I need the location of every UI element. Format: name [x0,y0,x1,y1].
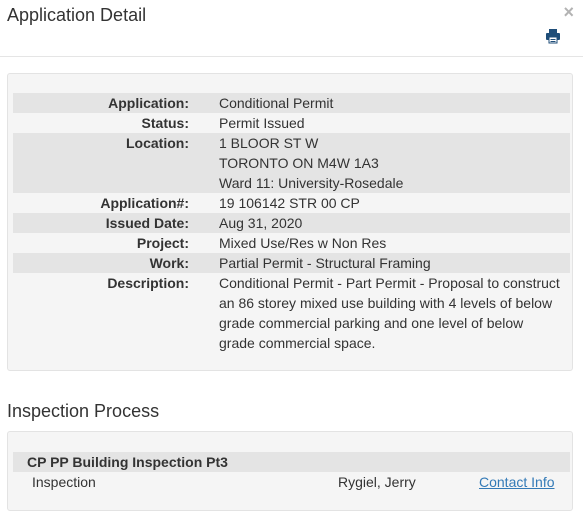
detail-value: Mixed Use/Res w Non Res [189,233,570,253]
detail-value: Conditional Permit [189,93,570,113]
detail-value-line: grade commercial parking and one level o… [219,315,524,331]
detail-value-line: grade commercial space. [219,335,376,351]
detail-row: Description: Conditional Permit - Part Pe… [13,273,570,353]
contact-info-link[interactable]: Contact Info [479,472,555,492]
inspection-section-title: Inspection Process [7,401,160,421]
detail-value: Conditional Permit - Part Permit - Propo… [189,273,570,353]
detail-label: Project: [136,235,189,251]
detail-label: Application#: [100,195,189,211]
close-button[interactable]: × [563,2,574,22]
detail-label: Description: [107,275,189,291]
detail-row: Issued Date: Aug 31, 2020 [13,213,570,233]
detail-label: Status: [141,115,189,131]
detail-label: Work: [149,255,189,271]
detail-row: Status: Permit Issued [13,113,570,133]
detail-value: Partial Permit - Structural Framing [189,253,570,273]
inspection-group-title: CP PP Building Inspection Pt3 [27,454,228,470]
detail-value: Permit Issued [189,113,570,133]
inspection-type: Inspection [32,474,96,490]
detail-value-line: TORONTO ON M4W 1A3 [219,155,379,171]
detail-value: Aug 31, 2020 [189,213,570,233]
details-table: Application: Conditional Permit Status: Per… [13,93,570,353]
detail-value-line: Conditional Permit - Part Permit - Propo… [219,275,560,291]
detail-label: Application: [108,95,189,111]
detail-row: Work: Partial Permit - Structural Framing [13,253,570,273]
inspection-group-header: CP PP Building Inspection Pt3 [13,452,570,472]
detail-row: Application#: 19 106142 STR 00 CP [13,193,570,213]
detail-label: Location: [126,135,189,151]
detail-value-line: 19 106142 STR 00 CP [219,195,360,211]
detail-value-line: an 86 storey mixed use building with 4 l… [219,295,553,311]
modal-title: Application Detail [7,5,147,25]
detail-value-line: Ward 11: University-Rosedale [219,175,404,191]
modal-header: Application Detail × [0,0,583,57]
detail-value-line: Permit Issued [219,115,305,131]
detail-value-line: Partial Permit - Structural Framing [219,255,431,271]
application-details-panel: Application: Conditional Permit Status: Per… [7,73,573,371]
inspection-panel: CP PP Building Inspection Pt3 Inspection… [7,431,573,511]
detail-value-line: 1 BLOOR ST W [219,135,319,151]
detail-value-line: Aug 31, 2020 [219,215,303,231]
detail-value-line: Mixed Use/Res w Non Res [219,235,387,251]
detail-value-line: Conditional Permit [219,95,334,111]
print-icon[interactable] [545,28,561,44]
detail-row: Project: Mixed Use/Res w Non Res [13,233,570,253]
detail-value: 19 106142 STR 00 CP [189,193,570,213]
detail-row: Location: 1 BLOOR ST W TORONTO ON M4W 1A3 W… [13,133,570,193]
detail-label: Issued Date: [105,215,189,231]
detail-row: Application: Conditional Permit [13,93,570,113]
detail-value: 1 BLOOR ST W TORONTO ON M4W 1A3 Ward 11: U… [189,133,570,193]
inspection-row: Inspection Rygiel, Jerry Contact Info [13,472,570,492]
inspector-name: Rygiel, Jerry [338,474,416,490]
